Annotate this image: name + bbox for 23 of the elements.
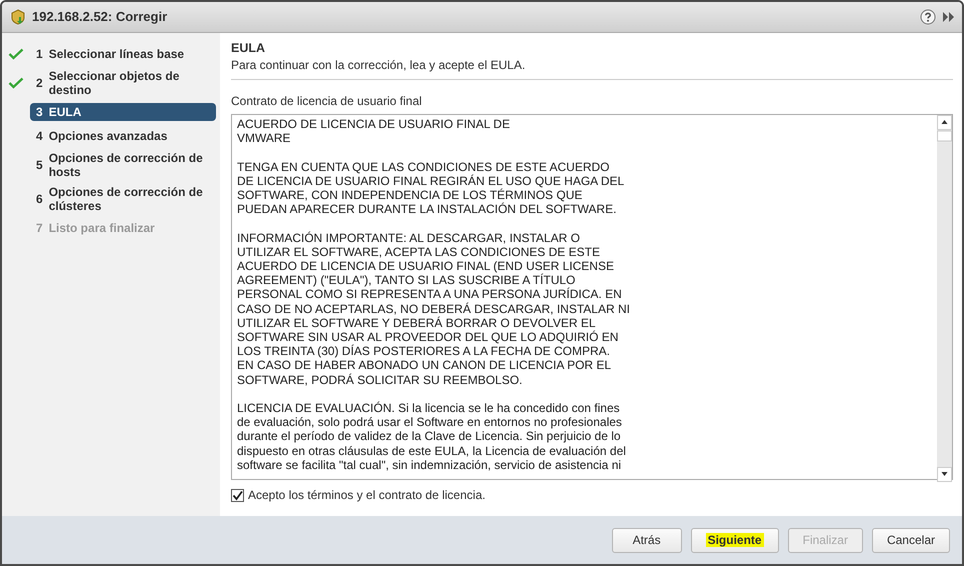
page-subtitle: Para continuar con la corrección, lea y acepte el EULA. — [231, 58, 953, 80]
expand-icon[interactable] — [942, 11, 956, 23]
accept-label[interactable]: Acepto los términos y el contrato de licencia. — [248, 486, 486, 504]
host-icon — [10, 9, 26, 25]
wizard-step[interactable]: 4 Opciones avanzadas — [30, 127, 216, 145]
accept-checkbox[interactable] — [231, 488, 244, 502]
eula-text-area[interactable] — [231, 114, 953, 480]
eula-paragraph: INFORMACIÓN IMPORTANTE: AL DESCARGAR, INSTALAR O UTILIZAR EL SOFTWARE, ACEPTA LAS CONDICIONES DE ESTE ACUERDO DE LICENCIA DE USUARIO FINAL (END USER LICENSE AGREEMENT) ("EULA"), TANTO SI LAS SUSCRIBE A TÍTULO PERSONAL COMO SI REPRESENTA A UNA PERSONA JURÍDICA. EN CASO DE NO ACEPTARLAS, NO DEBERÁ DESCARGAR, INSTALAR NI UTILIZAR EL SOFTWARE Y DEBERÁ BORRAR O DEVOLVER EL SOFTWARE SIN USAR AL PROVEEDOR DEL QUE LO ADQUIRIÓ EN LOS TREINTA (30) DÍAS POSTERIORES A LA FECHA DE COMPRA. EN CASO DE HABER ABONADO UN CANON DE LICENCIA POR EL SOFTWARE, PODRÁ SOLICITAR SU REEMBOLSO. — [237, 230, 631, 387]
help-icon[interactable] — [920, 9, 936, 25]
wizard-button[interactable]: Atrás — [612, 528, 682, 552]
eula-label: Contrato de licencia de usuario final — [231, 94, 422, 108]
eula-paragraph: ACUERDO DE LICENCIA DE USUARIO FINAL DE VMWARE — [237, 117, 511, 146]
wizard-step[interactable]: 3 EULA — [30, 103, 216, 121]
eula-paragraph: TENGA EN CUENTA QUE LAS CONDICIONES DE ESTE ACUERDO DE LICENCIA DE USUARIO FINAL REGIRÁN EL USO QUE HAGA DEL SOFTWARE, CON INDEPENDENCIA DE LOS TÉRMINOS QUE PUEDAN APARECER DURANTE LA INSTALACIÓN DEL SOFTWARE. — [237, 160, 626, 216]
wizard-button[interactable]: Siguiente — [690, 528, 779, 552]
page-title: EULA — [231, 41, 266, 55]
wizard-step[interactable]: 6 Opciones de corrección de clústeres — [30, 183, 216, 215]
eula-paragraph: LICENCIA DE EVALUACIÓN. Si la licencia se le ha concedido con fines de evaluación, solo podrá usar el Software en entornos no profesionales durante el período de validez de la Clave de Licencia. Sin perjuicio de lo dispuesto en otras cláusulas de este EULA, la Licencia de evaluación del software se facilita "tal cual", sin indemnización, servicio de asistencia ni — [237, 401, 627, 472]
wizard-step[interactable]: 5 Opciones de corrección de hosts — [30, 149, 216, 181]
wizard-step[interactable]: 1 Seleccionar líneas base — [30, 45, 216, 63]
window-title: 192.168.2.52: Corregir — [32, 8, 168, 26]
wizard-button[interactable]: Cancelar — [872, 528, 950, 552]
scrollbar[interactable] — [937, 115, 952, 482]
